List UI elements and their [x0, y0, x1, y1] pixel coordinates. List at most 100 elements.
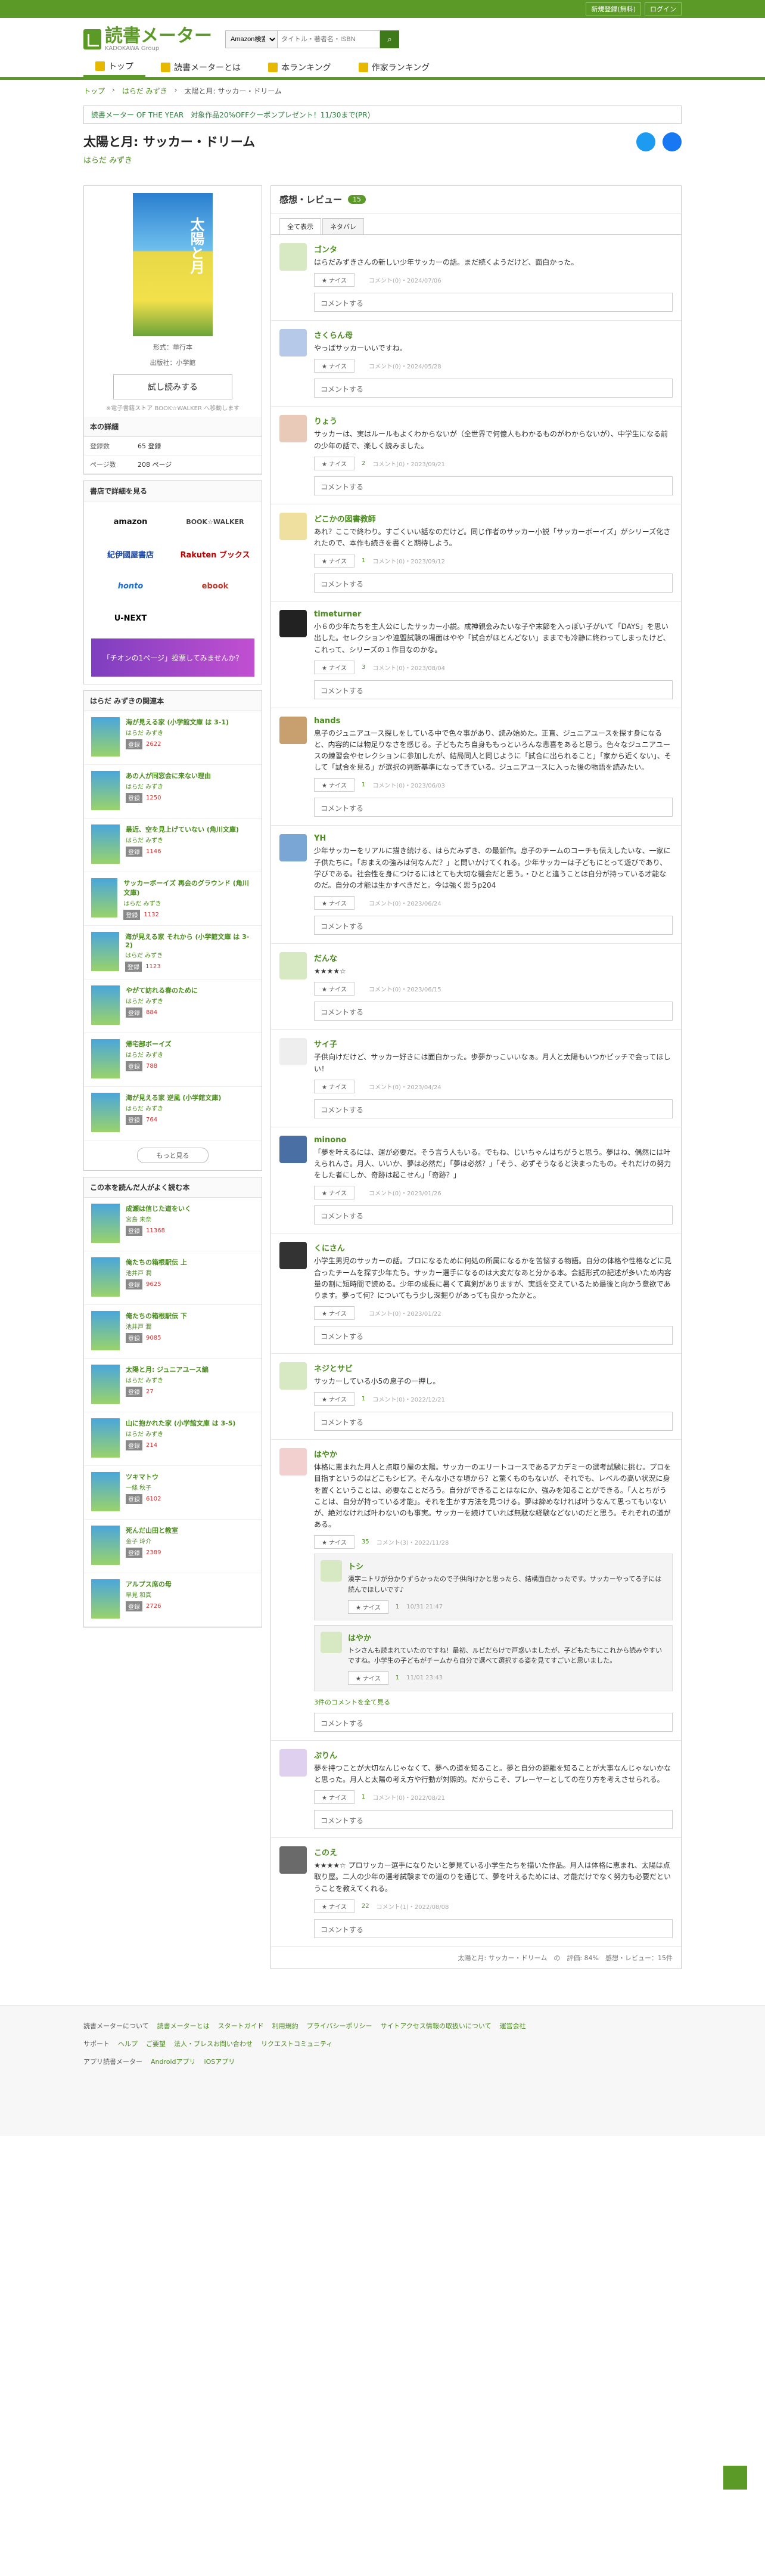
- list-item[interactable]: ツキマトウ 一條 秋子 登録 6102: [84, 1466, 262, 1520]
- campaign-banner[interactable]: 読書メーター OF THE YEAR 対象作品20%OFFクーポンプレゼント！1…: [83, 106, 682, 124]
- comment-input[interactable]: コメントする: [314, 1002, 673, 1021]
- list-item[interactable]: 俺たちの箱根駅伝 下池井戸 潤登録 9085: [84, 1305, 262, 1359]
- breadcrumb-top[interactable]: トップ: [83, 86, 105, 96]
- comment-input[interactable]: コメントする: [314, 916, 673, 935]
- avatar[interactable]: [279, 610, 307, 638]
- search-scope-select[interactable]: Amazon検索: [225, 30, 278, 48]
- footer-link[interactable]: サポート: [83, 2039, 110, 2048]
- nav-top[interactable]: トップ: [83, 57, 145, 77]
- footer-link[interactable]: プライバシーポリシー: [307, 2021, 372, 2031]
- footer-link[interactable]: 読書メーターとは: [157, 2021, 210, 2031]
- book-author-link[interactable]: はらだ みずき: [83, 154, 255, 165]
- store-bookwalker[interactable]: BOOK☆WALKER: [176, 509, 254, 535]
- nice-button[interactable]: ★ ナイス: [314, 554, 354, 568]
- reviewer-name[interactable]: どこかの図書教師: [314, 513, 673, 524]
- list-item[interactable]: あの人が同窓会に来ない理由 はらだ みずき 登録 1250: [84, 765, 262, 819]
- avatar[interactable]: [279, 415, 307, 443]
- comment-input[interactable]: コメントする: [314, 1412, 673, 1431]
- nav-author-ranking[interactable]: 作家ランキング: [347, 57, 442, 77]
- store-unext[interactable]: U-NEXT: [91, 605, 170, 631]
- signup-link[interactable]: 新規登録(無料): [586, 2, 641, 16]
- tab-spoiler[interactable]: ネタバレ: [322, 218, 364, 234]
- store-amazon[interactable]: amazon: [91, 509, 170, 535]
- avatar[interactable]: [279, 952, 307, 980]
- nice-button[interactable]: ★ ナイス: [314, 1306, 354, 1320]
- reviewer-name[interactable]: ゴンタ: [314, 243, 673, 255]
- search-input[interactable]: [278, 30, 380, 48]
- comment-input[interactable]: コメントする: [314, 1712, 673, 1732]
- comment-input[interactable]: コメントする: [314, 1326, 673, 1346]
- list-item[interactable]: サッカーボーイズ 再会のグラウンド (角川文庫) はらだ みずき 登録 1132: [84, 872, 262, 926]
- avatar[interactable]: [321, 1631, 342, 1653]
- avatar[interactable]: [279, 243, 307, 271]
- reviewer-name[interactable]: ネジとサビ: [314, 1362, 673, 1374]
- comment-input[interactable]: コメントする: [314, 476, 673, 495]
- comment-input[interactable]: コメントする: [314, 1205, 673, 1225]
- nice-button[interactable]: ★ ナイス: [314, 1186, 354, 1200]
- list-item[interactable]: 最近、空を見上げていない (角川文庫) はらだ みずき 登録 1146: [84, 819, 262, 872]
- footer-link[interactable]: リクエストコミュニティ: [261, 2039, 332, 2048]
- list-item[interactable]: やがて訪れる春のために はらだ みずき 登録 884: [84, 979, 262, 1033]
- footer-link[interactable]: 運営会社: [500, 2021, 526, 2031]
- all-comments-link[interactable]: 3件のコメントを全て見る: [314, 1697, 673, 1707]
- promo-banner[interactable]: 「チオンの1ページ」投票してみませんか？: [91, 638, 254, 677]
- reply-name[interactable]: トシ: [348, 1560, 666, 1571]
- reviewer-name[interactable]: くにさん: [314, 1242, 673, 1253]
- book-cover[interactable]: 太陽と月: [133, 193, 213, 336]
- comment-input[interactable]: コメントする: [314, 574, 673, 593]
- reviewer-name[interactable]: minono: [314, 1136, 673, 1145]
- list-item[interactable]: アルプス席の母 早見 和真 登録 2726: [84, 1573, 262, 1627]
- facebook-icon[interactable]: [663, 132, 682, 151]
- list-item[interactable]: 海が見える家 (小学館文庫 は 3-1) はらだ みずき 登録 2622: [84, 711, 262, 765]
- comment-input[interactable]: コメントする: [314, 680, 673, 699]
- comment-input[interactable]: コメントする: [314, 1099, 673, 1118]
- comment-input[interactable]: コメントする: [314, 1810, 673, 1830]
- footer-link[interactable]: サイトアクセス情報の取扱いについて: [380, 2021, 491, 2031]
- login-link[interactable]: ログイン: [645, 2, 682, 16]
- reviewer-name[interactable]: このえ: [314, 1846, 673, 1858]
- avatar[interactable]: [279, 1362, 307, 1390]
- nice-button[interactable]: ★ ナイス: [348, 1670, 388, 1685]
- avatar[interactable]: [279, 1135, 307, 1163]
- footer-link[interactable]: アプリ読書メーター: [83, 2057, 142, 2066]
- footer-link[interactable]: スタートガイド: [218, 2021, 264, 2031]
- search-button[interactable]: ⌕: [380, 30, 399, 48]
- try-read-button[interactable]: 試し読みする: [113, 374, 232, 399]
- store-rakuten[interactable]: Rakuten ブックス: [176, 541, 254, 567]
- list-item[interactable]: 海が見える家 逆風 (小学館文庫) はらだ みずき 登録 764: [84, 1087, 262, 1140]
- scroll-top-button[interactable]: [723, 2466, 747, 2490]
- nice-button[interactable]: ★ ナイス: [314, 1392, 354, 1406]
- footer-link[interactable]: 利用規約: [272, 2021, 298, 2031]
- list-item[interactable]: 太陽と月: ジュニアユース編 はらだ みずき 登録 27: [84, 1359, 262, 1412]
- nice-button[interactable]: ★ ナイス: [314, 778, 354, 792]
- list-item[interactable]: 成瀬は信じた道をいく 宮島 未奈 登録 11368: [84, 1198, 262, 1251]
- avatar[interactable]: [279, 329, 307, 357]
- store-honto[interactable]: honto: [91, 573, 170, 599]
- comment-input[interactable]: コメントする: [314, 293, 673, 312]
- avatar[interactable]: [279, 1448, 307, 1476]
- comment-input[interactable]: コメントする: [314, 379, 673, 398]
- nice-button[interactable]: ★ ナイス: [314, 359, 354, 373]
- avatar[interactable]: [279, 1846, 307, 1874]
- nav-book-ranking[interactable]: 本ランキング: [256, 57, 343, 77]
- reviewer-name[interactable]: だんな: [314, 952, 673, 963]
- footer-link[interactable]: iOSアプリ: [204, 2057, 235, 2066]
- reviewer-name[interactable]: サイ子: [314, 1038, 673, 1049]
- comment-input[interactable]: コメントする: [314, 1918, 673, 1938]
- store-ebook[interactable]: ebook: [176, 573, 254, 599]
- reviewer-name[interactable]: hands: [314, 717, 673, 726]
- nice-button[interactable]: ★ ナイス: [348, 1599, 388, 1614]
- nice-button[interactable]: ★ ナイス: [314, 1079, 354, 1093]
- list-item[interactable]: 死んだ山田と教室 金子 玲介 登録 2389: [84, 1520, 262, 1573]
- nice-button[interactable]: ★ ナイス: [314, 1899, 354, 1913]
- avatar[interactable]: [279, 834, 307, 862]
- reviewer-name[interactable]: はやか: [314, 1448, 673, 1459]
- reviewer-name[interactable]: YH: [314, 834, 673, 843]
- store-kinokuniya[interactable]: 紀伊國屋書店: [91, 541, 170, 567]
- nice-button[interactable]: ★ ナイス: [314, 1790, 354, 1805]
- tab-all[interactable]: 全て表示: [279, 218, 321, 234]
- footer-link[interactable]: 読書メーターについて: [83, 2021, 149, 2031]
- avatar[interactable]: [279, 1038, 307, 1066]
- footer-link[interactable]: 法人・プレスお問い合わせ: [174, 2039, 253, 2048]
- nice-button[interactable]: ★ ナイス: [314, 896, 354, 910]
